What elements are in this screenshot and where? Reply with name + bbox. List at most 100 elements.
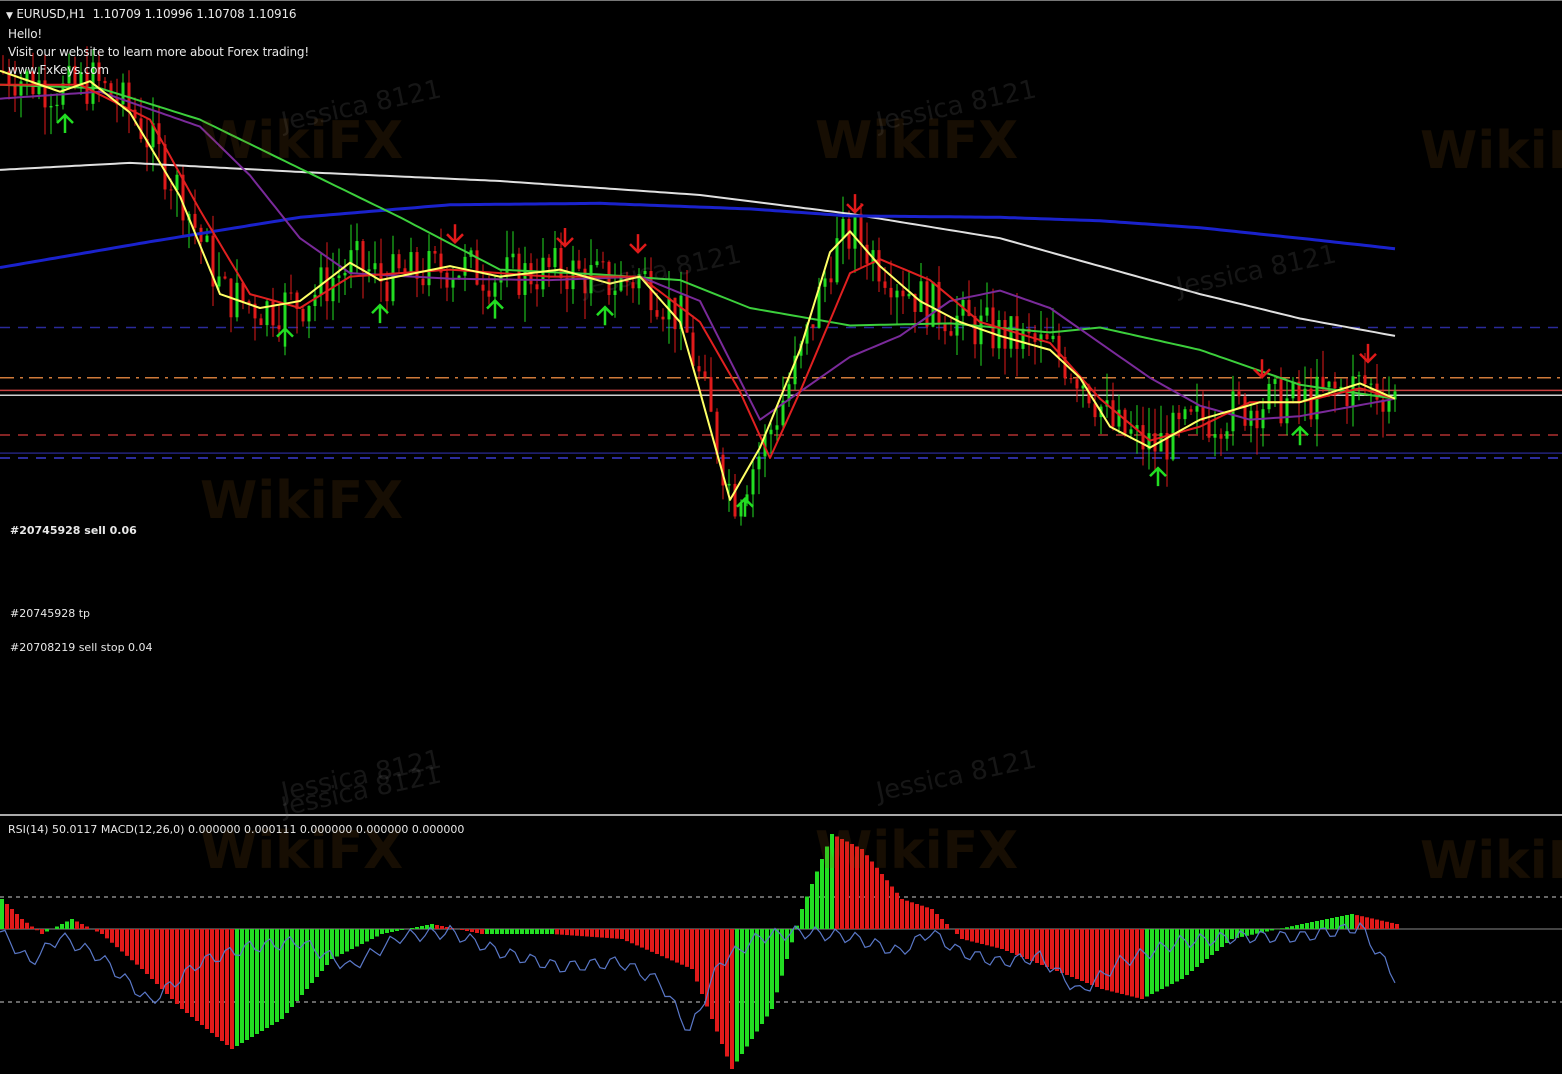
macd-histogram-bar <box>505 929 509 934</box>
macd-histogram-bar <box>775 929 779 992</box>
macd-histogram-bar <box>1320 920 1324 929</box>
macd-histogram-bar <box>1165 929 1169 987</box>
macd-histogram-bar <box>1325 919 1329 929</box>
moving-average-white <box>0 163 1395 336</box>
macd-histogram-bar <box>900 899 904 929</box>
candle-body <box>1184 409 1187 419</box>
macd-histogram-bar <box>1105 929 1109 990</box>
macd-histogram-bar <box>810 884 814 929</box>
macd-histogram-bar <box>1030 929 1034 961</box>
macd-histogram-bar <box>480 929 484 934</box>
tp-order-label[interactable]: #20745928 tp <box>10 607 90 620</box>
macd-histogram-bar <box>1155 929 1159 992</box>
macd-histogram-bar <box>230 929 234 1049</box>
candle-body <box>278 325 281 329</box>
candle-body <box>1370 384 1373 385</box>
candle-body <box>890 288 893 297</box>
candle-body <box>1328 382 1331 388</box>
macd-histogram-bar <box>1290 926 1294 929</box>
macd-histogram-bar <box>885 880 889 929</box>
candle-body <box>1346 387 1349 406</box>
candle-body <box>284 293 287 330</box>
candle-body <box>578 261 581 269</box>
macd-histogram-bar <box>925 907 929 929</box>
candle-body <box>1142 425 1145 449</box>
macd-histogram-bar <box>990 929 994 947</box>
macd-histogram-bar <box>1220 929 1224 947</box>
macd-histogram-bar <box>815 872 819 930</box>
macd-histogram-bar <box>595 929 599 937</box>
macd-histogram-bar <box>1315 921 1319 929</box>
macd-histogram-bar <box>850 844 854 929</box>
chart-header: ▼ EURUSD,H1 1.10709 1.10996 1.10708 1.10… <box>6 7 296 21</box>
macd-histogram-bar <box>960 929 964 939</box>
indicator-pane[interactable]: Jessica 8121 WikiFX WikiFX WikiFX RSI(14… <box>0 814 1562 1074</box>
macd-histogram-bar <box>1335 917 1339 929</box>
buy-arrow-icon <box>1150 468 1166 486</box>
candle-body <box>428 251 431 285</box>
macd-histogram-bar <box>1305 923 1309 929</box>
macd-histogram-bar <box>1370 918 1374 929</box>
candle-body <box>830 278 833 282</box>
macd-histogram-bar <box>525 929 529 934</box>
collapse-triangle-icon[interactable]: ▼ <box>6 11 13 21</box>
macd-histogram-bar <box>140 929 144 969</box>
candle-body <box>596 261 599 265</box>
candle-body <box>398 254 401 268</box>
macd-histogram-bar <box>470 929 474 932</box>
candle-body <box>1112 400 1115 426</box>
macd-histogram-bar <box>145 929 149 974</box>
macd-histogram-bar <box>1365 917 1369 929</box>
macd-histogram-bar <box>490 929 494 934</box>
macd-histogram-bar <box>800 909 804 929</box>
candle-body <box>1004 320 1007 349</box>
macd-histogram-bar <box>1090 929 1094 985</box>
macd-histogram-bar <box>1120 929 1124 994</box>
macd-histogram-bar <box>770 929 774 1009</box>
macd-histogram-bar <box>60 924 64 929</box>
candle-body <box>356 241 359 250</box>
macd-histogram-bar <box>1005 929 1009 951</box>
price-chart-pane[interactable]: Jessica 8121 Jessica 8121 Jessica 8121 J… <box>0 0 1562 809</box>
macd-histogram-bar <box>585 929 589 937</box>
sell-order-label[interactable]: #20745928 sell 0.06 <box>10 524 137 537</box>
candle-body <box>956 316 959 336</box>
macd-histogram-bar <box>550 929 554 934</box>
macd-histogram-bar <box>880 874 884 929</box>
macd-histogram-bar <box>935 914 939 929</box>
macd-histogram-bar <box>335 929 339 957</box>
candle-body <box>986 307 989 315</box>
candle-body <box>776 425 779 429</box>
macd-histogram-bar <box>240 929 244 1043</box>
candle-body <box>338 275 341 278</box>
candle-body <box>1196 406 1199 412</box>
candle-body <box>704 371 707 377</box>
sell-stop-order-label[interactable]: #20708219 sell stop 0.04 <box>10 641 153 654</box>
candle-body <box>908 294 911 296</box>
macd-histogram-bar <box>365 929 369 942</box>
macd-histogram-bar <box>820 859 824 929</box>
macd-histogram-bar <box>685 929 689 967</box>
moving-average-green <box>0 85 1395 399</box>
macd-histogram-bar <box>380 929 384 934</box>
macd-histogram-bar <box>120 929 124 952</box>
candle-body <box>542 258 545 290</box>
candle-body <box>194 214 197 228</box>
candle-body <box>632 282 635 288</box>
candle-body <box>434 251 437 254</box>
candle-body <box>1076 379 1079 388</box>
candle-body <box>902 291 905 297</box>
candle-body <box>368 269 371 271</box>
macd-histogram-bar <box>235 929 239 1046</box>
candle-body <box>1292 382 1295 399</box>
macd-histogram-bar <box>1295 925 1299 929</box>
sell-arrow-icon <box>557 228 573 246</box>
macd-histogram-bar <box>1300 924 1304 929</box>
candle-body <box>1178 413 1181 419</box>
candle-body <box>1118 410 1121 427</box>
macd-histogram-bar <box>35 929 39 930</box>
macd-histogram-bar <box>650 929 654 952</box>
candle-body <box>260 318 263 325</box>
price-chart-canvas[interactable] <box>0 1 1562 809</box>
indicator-canvas[interactable] <box>0 816 1562 1074</box>
